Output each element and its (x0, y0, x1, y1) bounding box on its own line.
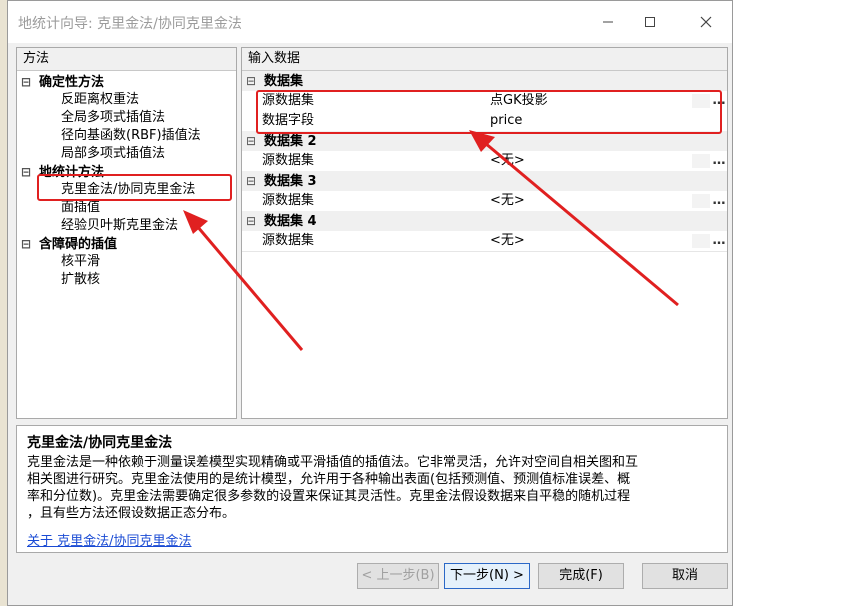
wizard-window: 地统计向导: 克里金法/协同克里金法 方法 ⊟ 确定性方法 反距离权重法 全局多项… (7, 0, 733, 606)
tree-item-diffusion-kernel[interactable]: 扩散核 (61, 271, 100, 289)
input-data-pane: 输入数据 ⊟ 数据集 源数据集 点GK投影 … 数据字段 price ⊟ 数据集 2… (241, 47, 728, 419)
dropdown-stub[interactable] (692, 154, 710, 168)
maximize-button[interactable] (630, 7, 670, 37)
back-button[interactable]: < 上一步(B) (357, 563, 439, 589)
data-field-value[interactable]: price (490, 111, 522, 131)
dataset-4-group[interactable]: ⊟ 数据集 4 (242, 211, 727, 231)
dataset-1-field-row[interactable]: 数据字段 price (242, 111, 727, 132)
about-kriging-link[interactable]: 关于 克里金法/协同克里金法 (27, 530, 192, 549)
dataset-3-source-row[interactable]: 源数据集 <无> … (242, 191, 727, 212)
input-data-header: 输入数据 (242, 48, 727, 71)
dropdown-stub[interactable] (692, 194, 710, 208)
tree-group-geostatistical[interactable]: ⊟ 地统计方法 (21, 163, 104, 181)
tree-item-kernel-smoothing[interactable]: 核平滑 (61, 253, 100, 271)
collapse-icon[interactable]: ⊟ (246, 211, 258, 231)
dataset-4-source-row[interactable]: 源数据集 <无> … (242, 231, 727, 252)
tree-item-global-poly[interactable]: 全局多项式插值法 (61, 109, 165, 127)
dataset-3-group[interactable]: ⊟ 数据集 3 (242, 171, 727, 191)
tree-item-kriging[interactable]: 克里金法/协同克里金法 (61, 181, 195, 199)
tree-item-ebk[interactable]: 经验贝叶斯克里金法 (61, 217, 178, 235)
close-icon (700, 16, 712, 28)
dropdown-stub[interactable] (692, 234, 710, 248)
description-title: 克里金法/协同克里金法 (27, 435, 173, 451)
collapse-icon[interactable]: ⊟ (21, 235, 31, 253)
browse-icon[interactable]: … (712, 91, 726, 111)
collapse-icon[interactable]: ⊟ (246, 71, 258, 91)
description-panel: 克里金法/协同克里金法 克里金法是一种依赖于测量误差模型实现精确或平滑插值的插值… (16, 425, 728, 553)
collapse-icon[interactable]: ⊟ (246, 171, 258, 191)
dataset-1-group[interactable]: ⊟ 数据集 (242, 71, 727, 91)
next-button[interactable]: 下一步(N) > (444, 563, 530, 589)
dropdown-stub[interactable] (692, 94, 710, 108)
tree-item-rbf[interactable]: 径向基函数(RBF)插值法 (61, 127, 201, 145)
description-body: 克里金法是一种依赖于测量误差模型实现精确或平滑插值的插值法。它非常灵活，允许对空… (27, 455, 639, 521)
dataset-2-group[interactable]: ⊟ 数据集 2 (242, 131, 727, 151)
browse-icon[interactable]: … (712, 191, 726, 211)
browse-icon[interactable]: … (712, 151, 726, 171)
tree-group-deterministic[interactable]: ⊟ 确定性方法 (21, 73, 104, 91)
tree-item-idw[interactable]: 反距离权重法 (61, 91, 139, 109)
minimize-icon (603, 21, 613, 23)
collapse-icon[interactable]: ⊟ (21, 73, 31, 91)
method-pane-header: 方法 (17, 48, 236, 71)
cancel-button[interactable]: 取消 (642, 563, 728, 589)
tree-group-barriers[interactable]: ⊟ 含障碍的插值 (21, 235, 117, 253)
title-bar: 地统计向导: 克里金法/协同克里金法 (8, 1, 732, 43)
close-button[interactable] (686, 7, 726, 37)
collapse-icon[interactable]: ⊟ (246, 131, 258, 151)
window-title: 地统计向导: 克里金法/协同克里金法 (18, 16, 242, 32)
maximize-icon (645, 17, 655, 27)
tree-item-areal[interactable]: 面插值 (61, 199, 100, 217)
dataset-2-source-row[interactable]: 源数据集 <无> … (242, 151, 727, 172)
collapse-icon[interactable]: ⊟ (21, 163, 31, 181)
finish-button[interactable]: 完成(F) (538, 563, 624, 589)
dataset-1-source-row[interactable]: 源数据集 点GK投影 … (242, 91, 727, 112)
browse-icon[interactable]: … (712, 231, 726, 251)
method-pane: 方法 ⊟ 确定性方法 反距离权重法 全局多项式插值法 径向基函数(RBF)插值法 … (16, 47, 237, 419)
minimize-button[interactable] (588, 7, 628, 37)
tree-item-local-poly[interactable]: 局部多项式插值法 (61, 145, 165, 163)
source-dataset-value[interactable]: 点GK投影 (490, 91, 548, 111)
